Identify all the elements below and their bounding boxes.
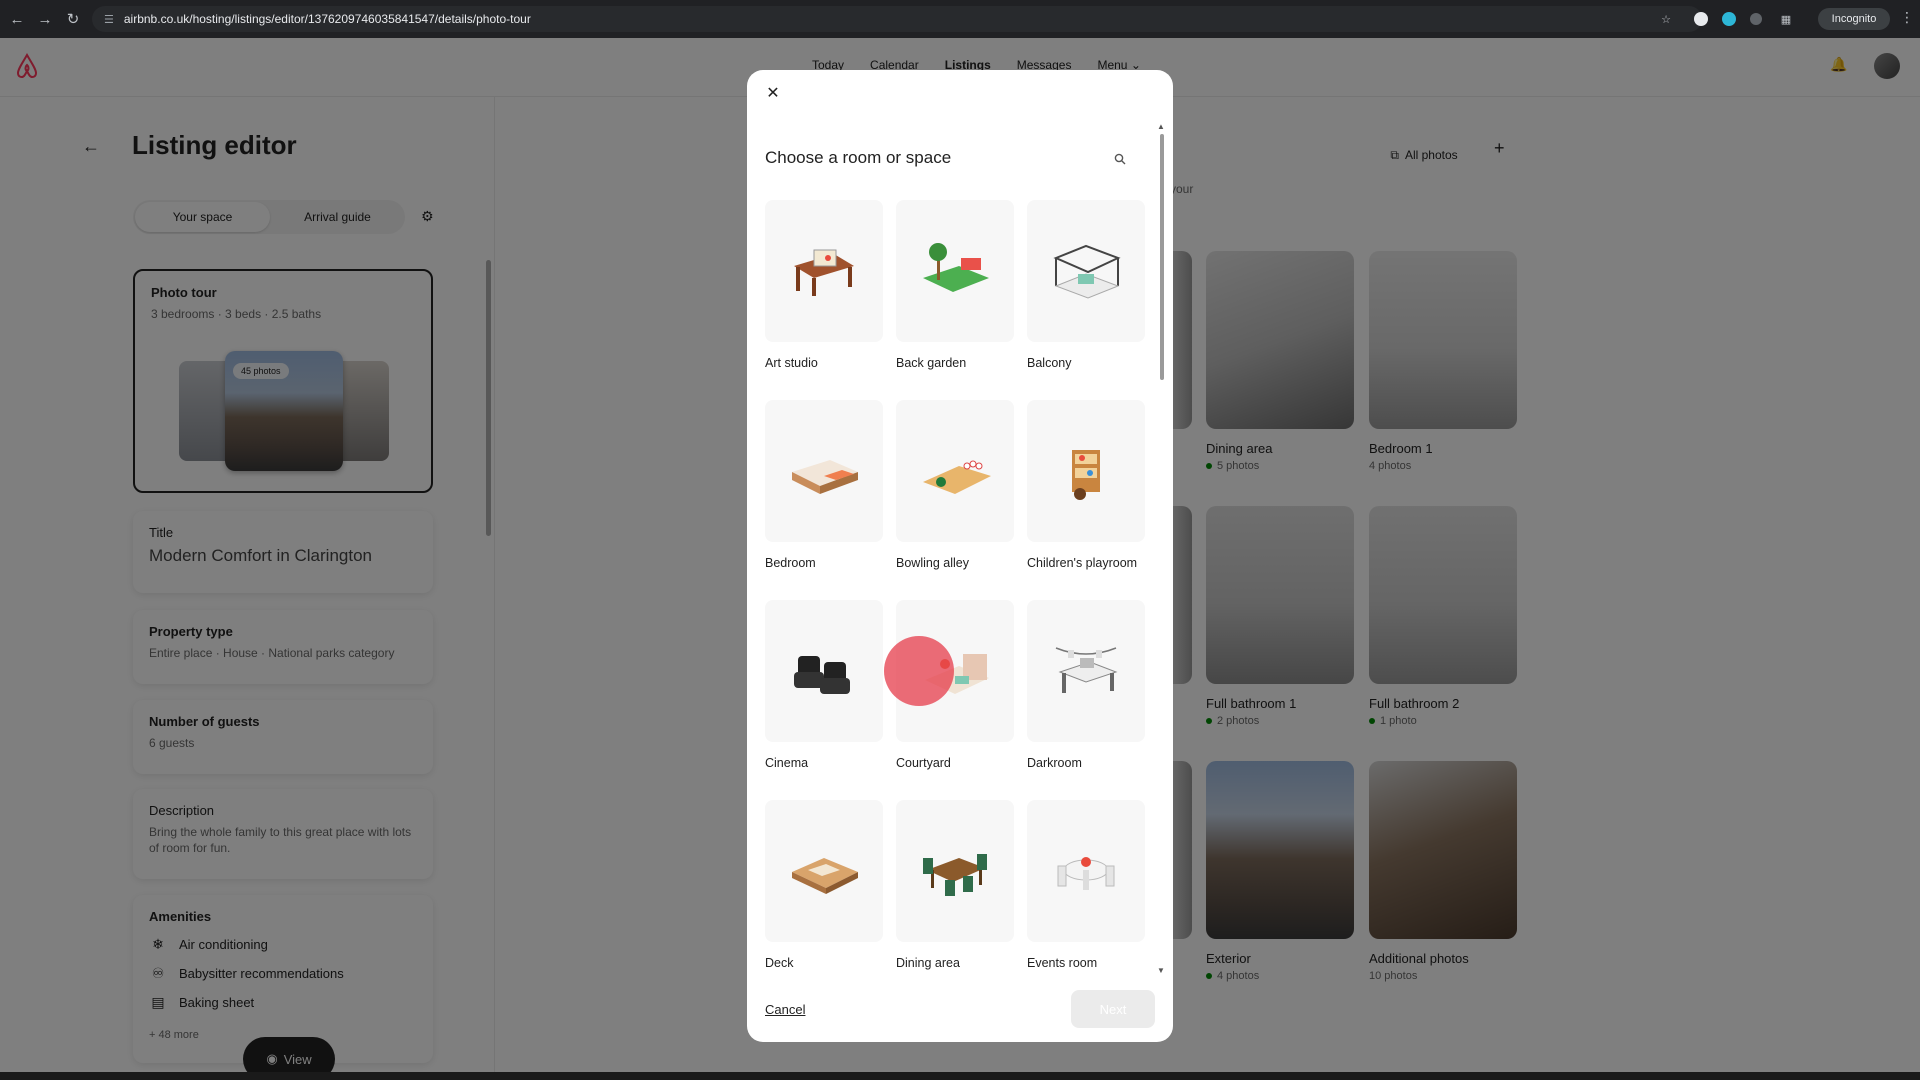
room-option-back-garden[interactable]: Back garden <box>896 200 1014 370</box>
courtyard-icon <box>884 600 1014 742</box>
room-option-bowling-alley[interactable]: Bowling alley <box>896 400 1014 570</box>
extensions-puzzle-icon[interactable]: ▦ <box>1776 9 1796 29</box>
url-text: airbnb.co.uk/hosting/listings/editor/137… <box>123 12 531 26</box>
dining-table-icon <box>896 800 1014 942</box>
cancel-button[interactable]: Cancel <box>765 1002 805 1017</box>
search-icon[interactable] <box>1109 148 1131 170</box>
cinema-seats-icon <box>765 600 883 742</box>
bed-icon <box>765 400 883 542</box>
art-studio-icon <box>765 200 883 342</box>
room-label: Darkroom <box>1027 756 1082 770</box>
scroll-down-icon[interactable]: ▼ <box>1157 966 1165 975</box>
modal-footer: Cancel Next <box>747 980 1173 1042</box>
reload-icon[interactable]: ↻ <box>62 8 84 30</box>
room-label: Cinema <box>765 756 809 770</box>
back-garden-icon <box>896 200 1014 342</box>
room-grid: Art studio Back garden Balcony Bedroom B… <box>765 200 1145 978</box>
room-option-art-studio[interactable]: Art studio <box>765 200 883 370</box>
forward-icon[interactable]: → <box>34 8 56 30</box>
extension-icon[interactable] <box>1722 12 1736 26</box>
balcony-icon <box>1027 200 1145 342</box>
room-label: Dining area <box>896 956 960 970</box>
star-icon[interactable]: ☆ <box>1656 9 1676 29</box>
browser-menu-icon[interactable]: ⋮ <box>1900 9 1914 26</box>
extension-icon[interactable] <box>1694 12 1708 26</box>
deck-icon <box>765 800 883 942</box>
room-option-bedroom[interactable]: Bedroom <box>765 400 883 570</box>
room-label: Bowling alley <box>896 556 969 570</box>
browser-toolbar: ← → ↻ ☰ airbnb.co.uk/hosting/listings/ed… <box>0 0 1920 38</box>
modal-scrollbar[interactable] <box>1160 134 1164 380</box>
incognito-badge[interactable]: Incognito <box>1818 8 1890 30</box>
back-icon[interactable]: ← <box>6 8 28 30</box>
address-bar[interactable]: ☰ airbnb.co.uk/hosting/listings/editor/1… <box>92 6 1702 32</box>
room-option-courtyard[interactable]: Courtyard <box>884 600 1014 770</box>
room-label: Balcony <box>1027 356 1072 370</box>
room-option-cinema[interactable]: Cinema <box>765 600 883 770</box>
room-label: Children's playroom <box>1027 556 1138 570</box>
room-option-events-room[interactable]: Events room <box>1027 800 1145 970</box>
room-label: Deck <box>765 956 794 970</box>
extension-icon[interactable] <box>1750 13 1762 25</box>
room-label: Events room <box>1027 956 1098 970</box>
incognito-label: Incognito <box>1831 13 1877 25</box>
room-label: Bedroom <box>765 556 816 570</box>
touch-indicator <box>884 636 954 706</box>
room-option-deck[interactable]: Deck <box>765 800 883 970</box>
scroll-up-icon[interactable]: ▲ <box>1157 122 1165 131</box>
room-option-dining-area[interactable]: Dining area <box>896 800 1014 970</box>
site-settings-icon[interactable]: ☰ <box>104 13 114 26</box>
next-button[interactable]: Next <box>1071 990 1155 1028</box>
room-label: Back garden <box>896 356 967 370</box>
bowling-icon <box>896 400 1014 542</box>
room-option-darkroom[interactable]: Darkroom <box>1027 600 1145 770</box>
playroom-icon <box>1027 400 1145 542</box>
room-option-balcony[interactable]: Balcony <box>1027 200 1145 370</box>
room-label: Art studio <box>765 356 818 370</box>
room-option-childrens-playroom[interactable]: Children's playroom <box>1027 400 1145 570</box>
modal-title: Choose a room or space <box>765 148 952 167</box>
room-picker-modal: ✕ Choose a room or space Art studio Back… <box>747 70 1173 1042</box>
close-icon[interactable]: ✕ <box>763 84 783 104</box>
room-label: Courtyard <box>896 756 951 770</box>
events-table-icon <box>1027 800 1145 942</box>
darkroom-icon <box>1027 600 1145 742</box>
bottom-bar <box>0 1072 1920 1080</box>
